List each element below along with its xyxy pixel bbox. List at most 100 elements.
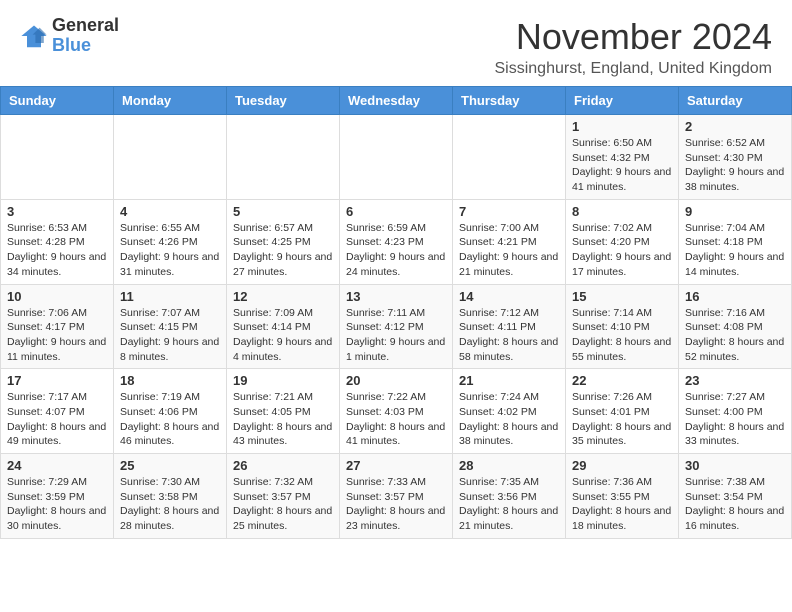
day-number: 13: [346, 289, 446, 304]
day-info: Sunrise: 7:04 AMSunset: 4:18 PMDaylight:…: [685, 221, 785, 280]
day-header-sunday: Sunday: [1, 87, 114, 115]
day-number: 27: [346, 458, 446, 473]
day-number: 22: [572, 373, 672, 388]
calendar-cell: 9 Sunrise: 7:04 AMSunset: 4:18 PMDaylight…: [679, 199, 792, 284]
calendar-cell: 3 Sunrise: 6:53 AMSunset: 4:28 PMDaylight…: [1, 199, 114, 284]
logo-text: General Blue: [52, 16, 119, 56]
day-number: 8: [572, 204, 672, 219]
calendar-cell: 25 Sunrise: 7:30 AMSunset: 3:58 PMDayligh…: [114, 454, 227, 539]
day-info: Sunrise: 7:11 AMSunset: 4:12 PMDaylight:…: [346, 306, 446, 365]
month-title: November 2024: [495, 16, 773, 58]
day-info: Sunrise: 7:06 AMSunset: 4:17 PMDaylight:…: [7, 306, 107, 365]
logo-general: General: [52, 16, 119, 36]
calendar-cell: [453, 115, 566, 200]
day-number: 11: [120, 289, 220, 304]
day-number: 20: [346, 373, 446, 388]
day-number: 14: [459, 289, 559, 304]
day-info: Sunrise: 6:59 AMSunset: 4:23 PMDaylight:…: [346, 221, 446, 280]
calendar-cell: [340, 115, 453, 200]
calendar-cell: 14 Sunrise: 7:12 AMSunset: 4:11 PMDayligh…: [453, 284, 566, 369]
day-number: 19: [233, 373, 333, 388]
calendar-cell: 29Sunrise: 7:36 AMSunset: 3:55 PMDayligh…: [566, 454, 679, 539]
calendar-cell: 20 Sunrise: 7:22 AMSunset: 4:03 PMDayligh…: [340, 369, 453, 454]
page-header: General Blue November 2024 Sissinghurst,…: [0, 0, 792, 86]
calendar-cell: [227, 115, 340, 200]
calendar-cell: 18Sunrise: 7:19 AMSunset: 4:06 PMDayligh…: [114, 369, 227, 454]
day-header-monday: Monday: [114, 87, 227, 115]
day-info: Sunrise: 7:32 AMSunset: 3:57 PMDaylight:…: [233, 475, 333, 534]
day-number: 28: [459, 458, 559, 473]
calendar-week-4: 17Sunrise: 7:17 AMSunset: 4:07 PMDayligh…: [1, 369, 792, 454]
day-number: 6: [346, 204, 446, 219]
day-info: Sunrise: 7:19 AMSunset: 4:06 PMDaylight:…: [120, 390, 220, 449]
calendar-cell: [1, 115, 114, 200]
calendar-table: SundayMondayTuesdayWednesdayThursdayFrid…: [0, 86, 792, 539]
calendar-cell: 7Sunrise: 7:00 AMSunset: 4:21 PMDaylight…: [453, 199, 566, 284]
calendar-header-row: SundayMondayTuesdayWednesdayThursdayFrid…: [1, 87, 792, 115]
day-number: 3: [7, 204, 107, 219]
day-header-tuesday: Tuesday: [227, 87, 340, 115]
day-number: 12: [233, 289, 333, 304]
day-info: Sunrise: 7:14 AMSunset: 4:10 PMDaylight:…: [572, 306, 672, 365]
calendar-cell: 27Sunrise: 7:33 AMSunset: 3:57 PMDayligh…: [340, 454, 453, 539]
logo-icon: [20, 22, 48, 50]
day-info: Sunrise: 6:55 AMSunset: 4:26 PMDaylight:…: [120, 221, 220, 280]
day-info: Sunrise: 7:35 AMSunset: 3:56 PMDaylight:…: [459, 475, 559, 534]
day-number: 5: [233, 204, 333, 219]
calendar-cell: [114, 115, 227, 200]
calendar-cell: 13 Sunrise: 7:11 AMSunset: 4:12 PMDayligh…: [340, 284, 453, 369]
day-number: 25: [120, 458, 220, 473]
day-info: Sunrise: 7:30 AMSunset: 3:58 PMDaylight:…: [120, 475, 220, 534]
calendar-cell: 11Sunrise: 7:07 AMSunset: 4:15 PMDayligh…: [114, 284, 227, 369]
day-number: 24: [7, 458, 107, 473]
day-info: Sunrise: 7:38 AMSunset: 3:54 PMDaylight:…: [685, 475, 785, 534]
day-info: Sunrise: 7:16 AMSunset: 4:08 PMDaylight:…: [685, 306, 785, 365]
day-info: Sunrise: 6:57 AMSunset: 4:25 PMDaylight:…: [233, 221, 333, 280]
day-number: 21: [459, 373, 559, 388]
day-info: Sunrise: 7:21 AMSunset: 4:05 PMDaylight:…: [233, 390, 333, 449]
calendar-week-5: 24Sunrise: 7:29 AMSunset: 3:59 PMDayligh…: [1, 454, 792, 539]
title-block: November 2024 Sissinghurst, England, Uni…: [495, 16, 773, 78]
day-info: Sunrise: 7:02 AMSunset: 4:20 PMDaylight:…: [572, 221, 672, 280]
calendar-cell: 8 Sunrise: 7:02 AMSunset: 4:20 PMDaylight…: [566, 199, 679, 284]
calendar-cell: 16 Sunrise: 7:16 AMSunset: 4:08 PMDayligh…: [679, 284, 792, 369]
calendar-cell: 19 Sunrise: 7:21 AMSunset: 4:05 PMDayligh…: [227, 369, 340, 454]
day-number: 9: [685, 204, 785, 219]
calendar-cell: 10 Sunrise: 7:06 AMSunset: 4:17 PMDayligh…: [1, 284, 114, 369]
calendar-cell: 2 Sunrise: 6:52 AMSunset: 4:30 PMDaylight…: [679, 115, 792, 200]
day-info: Sunrise: 6:52 AMSunset: 4:30 PMDaylight:…: [685, 136, 785, 195]
day-info: Sunrise: 6:50 AMSunset: 4:32 PMDaylight:…: [572, 136, 672, 195]
day-number: 1: [572, 119, 672, 134]
day-number: 29: [572, 458, 672, 473]
day-info: Sunrise: 7:22 AMSunset: 4:03 PMDaylight:…: [346, 390, 446, 449]
day-number: 30: [685, 458, 785, 473]
day-number: 15: [572, 289, 672, 304]
logo: General Blue: [20, 16, 119, 56]
calendar-cell: 17Sunrise: 7:17 AMSunset: 4:07 PMDayligh…: [1, 369, 114, 454]
calendar-cell: 21Sunrise: 7:24 AMSunset: 4:02 PMDayligh…: [453, 369, 566, 454]
day-number: 4: [120, 204, 220, 219]
calendar-cell: 4 Sunrise: 6:55 AMSunset: 4:26 PMDaylight…: [114, 199, 227, 284]
calendar-cell: 5 Sunrise: 6:57 AMSunset: 4:25 PMDaylight…: [227, 199, 340, 284]
day-number: 16: [685, 289, 785, 304]
day-number: 10: [7, 289, 107, 304]
day-info: Sunrise: 6:53 AMSunset: 4:28 PMDaylight:…: [7, 221, 107, 280]
calendar-week-3: 10 Sunrise: 7:06 AMSunset: 4:17 PMDayligh…: [1, 284, 792, 369]
calendar-cell: 24Sunrise: 7:29 AMSunset: 3:59 PMDayligh…: [1, 454, 114, 539]
day-number: 7: [459, 204, 559, 219]
calendar-cell: 26Sunrise: 7:32 AMSunset: 3:57 PMDayligh…: [227, 454, 340, 539]
calendar-cell: 6 Sunrise: 6:59 AMSunset: 4:23 PMDaylight…: [340, 199, 453, 284]
day-header-saturday: Saturday: [679, 87, 792, 115]
calendar-week-1: 1 Sunrise: 6:50 AMSunset: 4:32 PMDaylight…: [1, 115, 792, 200]
day-info: Sunrise: 7:09 AMSunset: 4:14 PMDaylight:…: [233, 306, 333, 365]
day-info: Sunrise: 7:12 AMSunset: 4:11 PMDaylight:…: [459, 306, 559, 365]
calendar-cell: 1 Sunrise: 6:50 AMSunset: 4:32 PMDaylight…: [566, 115, 679, 200]
day-number: 17: [7, 373, 107, 388]
calendar-cell: 22Sunrise: 7:26 AMSunset: 4:01 PMDayligh…: [566, 369, 679, 454]
location: Sissinghurst, England, United Kingdom: [495, 60, 773, 78]
day-number: 2: [685, 119, 785, 134]
day-info: Sunrise: 7:27 AMSunset: 4:00 PMDaylight:…: [685, 390, 785, 449]
day-number: 23: [685, 373, 785, 388]
calendar-cell: 30 Sunrise: 7:38 AMSunset: 3:54 PMDayligh…: [679, 454, 792, 539]
calendar-week-2: 3 Sunrise: 6:53 AMSunset: 4:28 PMDaylight…: [1, 199, 792, 284]
